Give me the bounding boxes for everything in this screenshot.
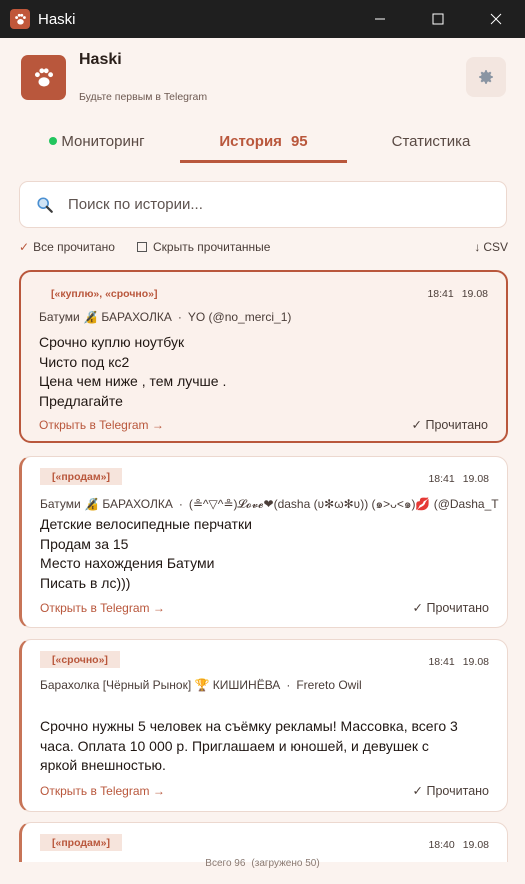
check-icon: ✓ — [412, 784, 427, 798]
checkbox-icon — [137, 242, 147, 252]
history-actions: ✓ Все прочитано Скрыть прочитанные ↓ CSV — [0, 238, 525, 258]
message-source: Батуми 🔏 БАРАХОЛКА · (≗^▽^≗)𝓛𝓸𝓿𝓮❤(dasha (ʋ… — [40, 497, 499, 511]
message-card[interactable]: [«продам»] 18:41 19.08 Батуми 🔏 БАРАХОЛКА… — [19, 456, 508, 628]
check-icon: ✓ — [411, 418, 426, 432]
check-icon: ✓ — [412, 601, 427, 615]
history-footer: Всего 96 (загружено 50) — [0, 858, 525, 869]
mark-all-read-button[interactable]: ✓ Все прочитано — [19, 240, 115, 254]
message-card[interactable]: [«срочно»] 18:41 19.08 Барахолка [Чёрный … — [19, 639, 508, 812]
tab-history[interactable]: История 95 — [180, 118, 347, 164]
total-count: Всего 96 — [205, 858, 246, 869]
message-card[interactable]: [«куплю», «срочно»] 18:41 19.08 Батуми 🔏 … — [19, 270, 508, 443]
csv-label: CSV — [483, 240, 508, 254]
open-in-telegram-link[interactable]: Открыть в Telegram → — [40, 601, 165, 615]
tab-monitoring-label: Мониторинг — [61, 132, 145, 150]
keyword-tags: [«куплю», «срочно»] — [51, 287, 158, 300]
message-body: Срочно нужны 5 человек на съёмку рекламы… — [40, 718, 458, 773]
keyword-tags: [«срочно»] — [40, 651, 120, 668]
tab-history-label: История — [219, 132, 282, 150]
message-source: Барахолка [Чёрный Рынок] 🏆 КИШИНЁВА · Frer… — [40, 678, 362, 692]
read-status[interactable]: ✓ Прочитано — [413, 600, 489, 615]
tab-bar: Мониторинг История 95 Статистика — [0, 118, 525, 164]
open-in-telegram-link[interactable]: Открыть в Telegram → — [39, 418, 164, 432]
mark-all-read-label: Все прочитано — [33, 240, 115, 254]
online-status-dot — [49, 137, 58, 145]
gear-icon — [479, 70, 493, 84]
message-time: 18:41 19.08 — [428, 473, 489, 485]
message-time: 18:41 19.08 — [427, 288, 488, 300]
active-tab-indicator — [180, 160, 347, 163]
tab-history-count: 95 — [290, 132, 308, 150]
message-source: Батуми 🔏 БАРАХОЛКА · YO (@no_merci_1) — [39, 310, 292, 324]
tab-monitoring[interactable]: Мониторинг — [14, 118, 180, 164]
tab-statistics[interactable]: Статистика — [347, 118, 515, 164]
maximize-button[interactable] — [409, 0, 467, 38]
keyword-tags: [«продам»] — [40, 468, 122, 485]
check-icon: ✓ — [19, 240, 30, 254]
open-in-telegram-link[interactable]: Открыть в Telegram → — [40, 784, 165, 798]
window-title: Haski — [38, 10, 76, 28]
search-input[interactable] — [68, 196, 468, 213]
message-time: 18:40 19.08 — [428, 839, 489, 851]
loaded-count: (загружено 50) — [251, 858, 320, 869]
brand-name: Haski — [79, 51, 122, 68]
logo-paw-icon — [21, 55, 66, 100]
message-time: 18:41 19.08 — [428, 656, 489, 668]
close-button[interactable] — [467, 0, 525, 38]
window-titlebar: Haski — [0, 0, 525, 38]
keyword-tags: [«продам»] — [40, 834, 122, 851]
hide-read-checkbox[interactable]: Скрыть прочитанные — [137, 240, 270, 254]
search-box — [19, 181, 507, 228]
export-csv-button[interactable]: ↓ CSV — [474, 240, 508, 254]
message-body: Срочно куплю ноутбук Чисто под кс2 Цена … — [39, 334, 227, 409]
minimize-button[interactable] — [351, 0, 409, 38]
read-status[interactable]: ✓ Прочитано — [412, 417, 488, 432]
app-paw-icon — [10, 9, 30, 29]
brand-subtitle: Будьте первым в Telegram — [79, 91, 208, 103]
tab-statistics-label: Статистика — [391, 132, 471, 150]
settings-button[interactable] — [466, 57, 506, 97]
app-header: Haski Будьте первым в Telegram — [0, 38, 525, 118]
hide-read-label: Скрыть прочитанные — [153, 240, 271, 254]
search-icon — [36, 196, 54, 214]
message-body: Детские велосипедные перчатки Продам за … — [40, 516, 252, 591]
message-card[interactable]: [«продам»] 18:40 19.08 — [19, 822, 508, 862]
read-status[interactable]: ✓ Прочитано — [413, 783, 489, 798]
download-arrow-icon: ↓ — [474, 240, 481, 254]
